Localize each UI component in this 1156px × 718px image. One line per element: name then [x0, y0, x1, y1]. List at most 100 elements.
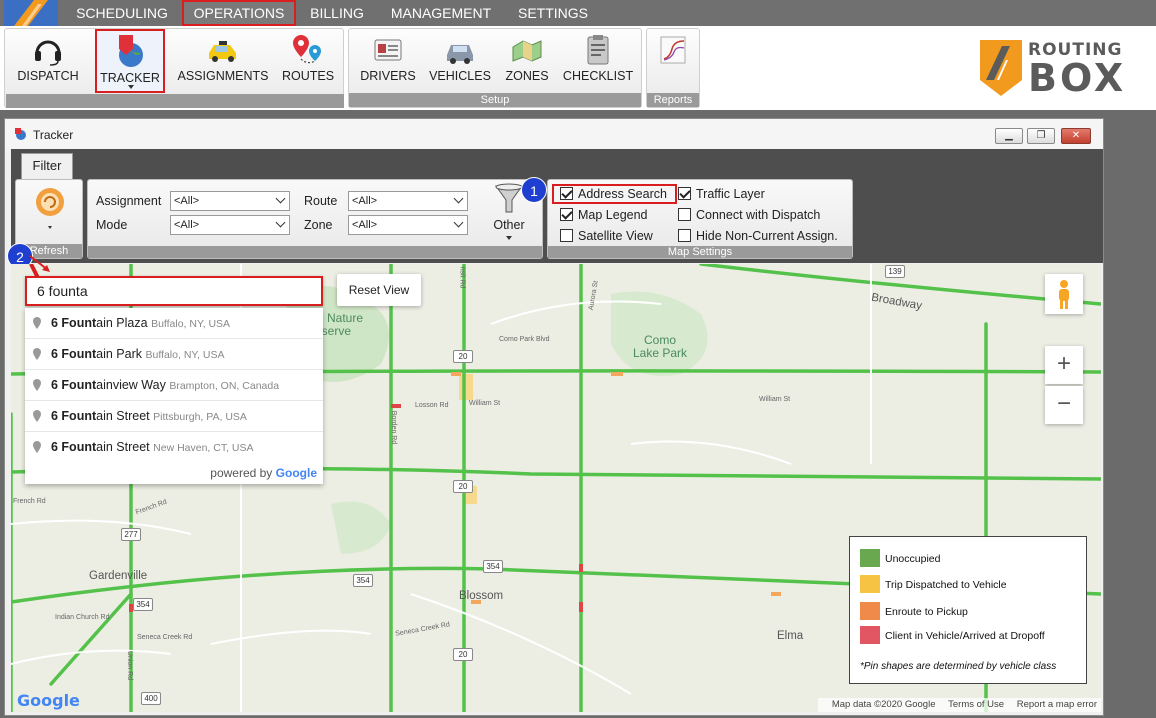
hide-noncurrent-checkbox[interactable]: Hide Non-Current Assign.	[678, 229, 838, 243]
refresh-button[interactable]	[26, 184, 74, 234]
hide-noncurrent-box	[678, 229, 691, 242]
elma-label: Elma	[777, 630, 804, 642]
powered-by-google: powered by Google	[210, 466, 317, 480]
suggestion-secondary: New Haven, CT, USA	[153, 442, 254, 454]
route-select[interactable]: <All>	[348, 191, 468, 211]
suggestion-match: 6 Fount	[51, 347, 97, 361]
legend-swatch	[860, 602, 880, 620]
location-pin-icon	[33, 379, 41, 391]
address-search-checkbox[interactable]: Address Search	[552, 184, 677, 204]
minimize-button[interactable]: ▁	[995, 128, 1023, 144]
street-seneca-1: Seneca Creek Rd	[137, 634, 193, 641]
zoom-out-button[interactable]: −	[1045, 386, 1083, 424]
checklist-label: CHECKLIST	[562, 69, 634, 83]
assignment-select[interactable]: <All>	[170, 191, 290, 211]
reports-button[interactable]	[649, 29, 697, 93]
connect-dispatch-box	[678, 208, 691, 221]
reports-group-label: Reports	[647, 93, 699, 107]
restore-button[interactable]: ❐	[1027, 128, 1055, 144]
zone-select[interactable]: <All>	[348, 215, 468, 235]
chart-icon	[660, 36, 686, 64]
gardenville-label: Gardenville	[89, 570, 148, 582]
map-legend-checkbox[interactable]: Map Legend	[560, 208, 648, 222]
map-data-credit: Map data ©2020 Google	[831, 699, 936, 710]
legend-swatch	[860, 549, 880, 567]
operations-group-label-bar	[6, 94, 344, 108]
route-shield-354a: 354	[353, 574, 373, 587]
id-card-icon	[374, 39, 402, 61]
traffic-layer-checkbox[interactable]: Traffic Layer	[678, 187, 765, 201]
suggestion-secondary: Pittsburgh, PA, USA	[153, 411, 247, 423]
menu-management[interactable]: MANAGEMENT	[380, 0, 502, 26]
location-pin-icon	[33, 317, 41, 329]
suggestion-rest: ain Street	[96, 409, 150, 423]
menu-scheduling[interactable]: SCHEDULING	[70, 0, 174, 26]
map-settings-panel: Address Search Traffic Layer Map Legend …	[547, 179, 853, 259]
vehicles-button[interactable]: VEHICLES	[425, 29, 495, 93]
car-icon	[447, 45, 473, 64]
app-logo[interactable]	[4, 0, 58, 26]
street-transit: nsit Rd	[458, 266, 466, 289]
satellite-view-checkbox[interactable]: Satellite View	[560, 229, 653, 243]
legend-unoccupied: Unoccupied	[860, 549, 940, 567]
routes-button[interactable]: ROUTES	[277, 29, 339, 93]
menu-operations[interactable]: OPERATIONS	[182, 0, 296, 26]
assignment-panel-footer	[88, 246, 542, 258]
chevron-down-icon	[275, 217, 286, 228]
close-button[interactable]: ✕	[1061, 128, 1091, 144]
other-label: Other	[493, 218, 525, 232]
address-search-input[interactable]: 6 founta	[25, 276, 323, 306]
suggestion-item[interactable]: 6 Fountain Street New Haven, CT, USA	[25, 432, 323, 463]
suggestion-item[interactable]: 6 Fountain Street Pittsburgh, PA, USA	[25, 401, 323, 432]
dispatch-label: DISPATCH	[17, 69, 79, 83]
tracker-label: TRACKER	[100, 71, 160, 85]
checklist-button[interactable]: CHECKLIST	[559, 29, 637, 93]
legend-swatch	[860, 626, 880, 644]
legend-trip-dispatched: Trip Dispatched to Vehicle	[860, 575, 1007, 593]
reset-view-button[interactable]: Reset View	[337, 274, 421, 306]
route-pins-icon	[293, 35, 321, 64]
suggestion-item[interactable]: 6 Fountain Plaza Buffalo, NY, USA	[25, 308, 323, 339]
route-label: Route	[304, 194, 338, 208]
location-pin-icon	[33, 410, 41, 422]
street-view-pegman[interactable]	[1045, 274, 1083, 314]
map-view[interactable]: ds Nature reserve Como Lake Park Gardenv…	[11, 264, 1101, 712]
chevron-down-icon	[453, 217, 464, 228]
suggestion-secondary: Brampton, ON, Canada	[169, 380, 280, 392]
mode-select[interactable]: <All>	[170, 215, 290, 235]
connect-dispatch-label: Connect with Dispatch	[696, 208, 821, 222]
menu-settings[interactable]: SETTINGS	[508, 0, 598, 26]
street-como-park-blvd: Como Park Blvd	[499, 336, 550, 343]
menu-billing[interactable]: BILLING	[300, 0, 374, 26]
terms-of-use-link[interactable]: Terms of Use	[948, 699, 1004, 710]
brand-line2: BOX	[1028, 56, 1127, 100]
street-borden: Borden Rd	[390, 410, 398, 445]
suggestion-match: 6 Fount	[51, 409, 97, 423]
setup-group: DRIVERS VEHICLES ZONES CHECKLIST Setup	[348, 28, 642, 108]
tracker-button[interactable]: TRACKER	[95, 29, 165, 93]
tab-filter[interactable]: Filter	[21, 153, 73, 179]
connect-dispatch-checkbox[interactable]: Connect with Dispatch	[678, 208, 820, 222]
legend-enroute: Enroute to Pickup	[860, 602, 968, 620]
satellite-view-label: Satellite View	[578, 229, 653, 243]
report-map-error-link[interactable]: Report a map error	[1017, 699, 1097, 710]
address-suggestions: 6 Fountain Plaza Buffalo, NY, USA 6 Foun…	[25, 308, 323, 484]
suggestion-item[interactable]: 6 Fountainview Way Brampton, ON, Canada	[25, 370, 323, 401]
dispatch-button[interactable]: DISPATCH	[9, 29, 87, 93]
zoom-in-button[interactable]: +	[1045, 346, 1083, 384]
powered-by-brand: Google	[275, 466, 317, 480]
app-window: SCHEDULING OPERATIONS BILLING MANAGEMENT…	[0, 0, 1156, 718]
other-dropdown-icon	[506, 236, 512, 240]
drivers-button[interactable]: DRIVERS	[355, 29, 421, 93]
zones-button[interactable]: ZONES	[499, 29, 555, 93]
suggestion-item[interactable]: 6 Fountain Park Buffalo, NY, USA	[25, 339, 323, 370]
assignments-button[interactable]: ASSIGNMENTS	[175, 29, 271, 93]
legend-note: *Pin shapes are determined by vehicle cl…	[860, 661, 1057, 672]
zone-value: <All>	[352, 219, 378, 231]
ribbon-toolbar: DISPATCH TRACKER ASSIGNMENTS ROUTES DRIV…	[0, 26, 1156, 110]
route-shield-20c: 20	[453, 648, 473, 661]
refresh-icon	[36, 188, 64, 229]
suggestion-match: 6 Fount	[51, 440, 97, 454]
headset-icon	[35, 40, 61, 66]
map-legend-box	[560, 208, 573, 221]
